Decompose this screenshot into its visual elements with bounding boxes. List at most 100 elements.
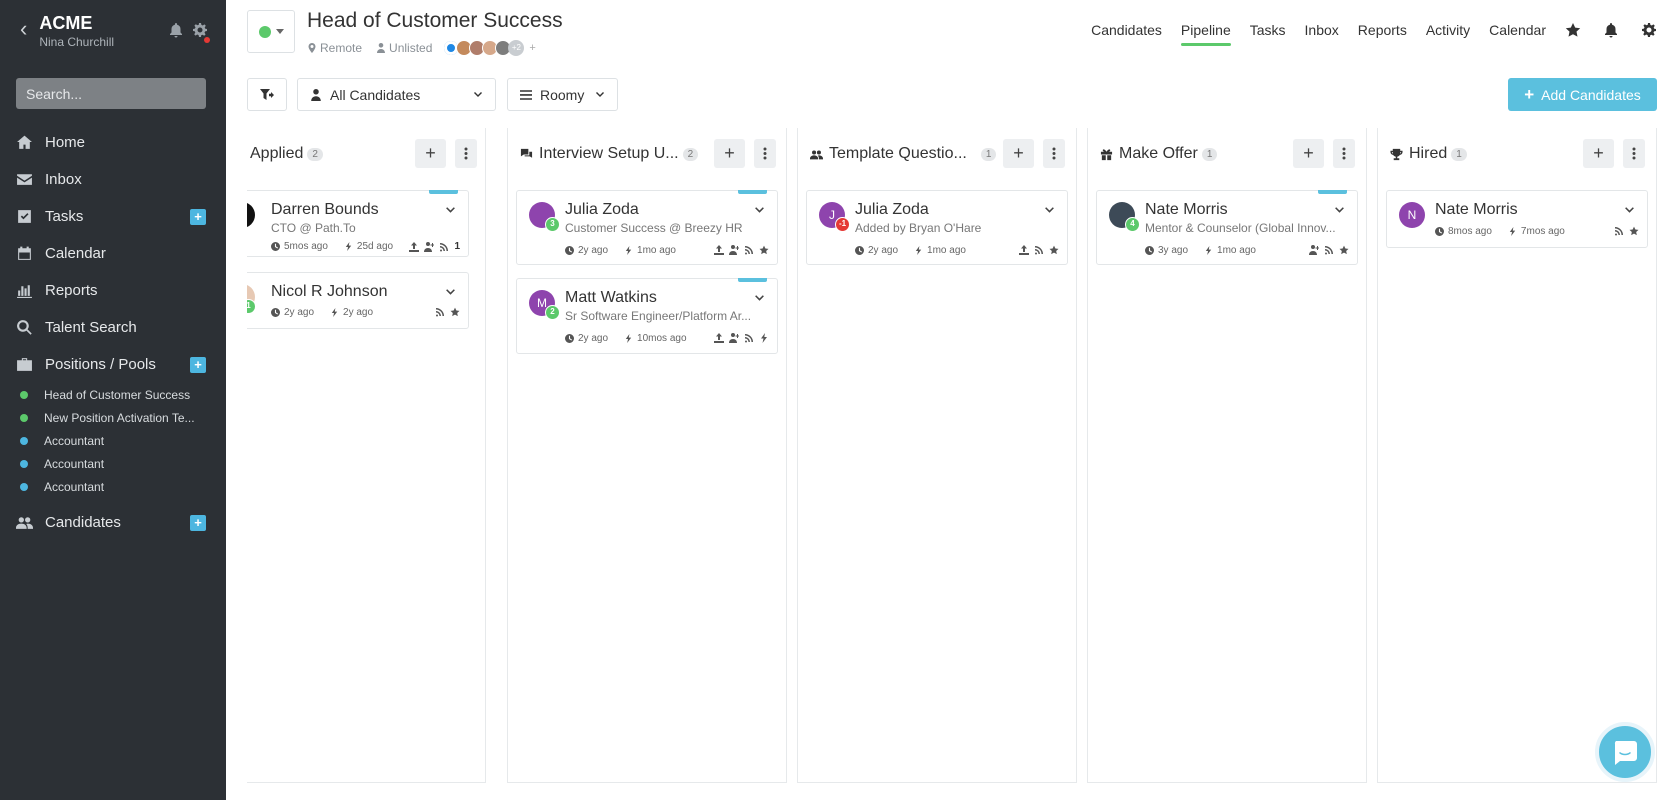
candidate-card[interactable]: M 2 Matt Watkins Sr Software Engineer/Pl… [516, 278, 778, 354]
add-to-stage-button[interactable]: + [1003, 139, 1034, 168]
add-candidate-button[interactable]: + [190, 515, 206, 531]
sidebar-item-candidates[interactable]: Candidates + [0, 504, 226, 541]
filter-toggle-button[interactable] [247, 78, 287, 111]
position-status-dropdown[interactable] [247, 10, 295, 53]
tab-inbox[interactable]: Inbox [1305, 22, 1339, 46]
page-title: Head of Customer Success [307, 9, 563, 32]
view-density-select[interactable]: Roomy [507, 78, 618, 111]
sidebar-item-tasks[interactable]: Tasks + [0, 198, 226, 235]
stage-menu-button[interactable] [1623, 139, 1645, 168]
chevron-down-icon[interactable] [754, 205, 765, 216]
add-task-button[interactable]: + [190, 209, 206, 225]
status-dot [20, 436, 28, 445]
candidate-name[interactable]: Nate Morris [1145, 201, 1228, 219]
candidate-card[interactable]: 3 Julia Zoda Customer Success @ Breezy H… [516, 190, 778, 265]
stage-menu-button[interactable] [1333, 139, 1355, 168]
user-plus-icon [729, 245, 739, 255]
candidate-name[interactable]: Julia Zoda [565, 201, 639, 219]
ellipsis-vertical-icon [464, 147, 468, 160]
bolt-icon [1509, 227, 1516, 236]
candidate-name[interactable]: Nicol R Johnson [271, 283, 388, 301]
tab-pipeline[interactable]: Pipeline [1180, 22, 1231, 46]
score-badge: 4 [1125, 217, 1140, 232]
sidebar-item-talent-search[interactable]: Talent Search [0, 309, 226, 346]
candidate-card[interactable]: 1 Nicol R Johnson 2y ago 2y ago [247, 272, 469, 329]
chevron-down-icon[interactable] [1624, 205, 1635, 216]
add-to-stage-button[interactable]: + [415, 139, 446, 168]
add-to-stage-button[interactable]: + [714, 139, 745, 168]
position-item[interactable]: Head of Customer Success [20, 383, 226, 406]
chevron-down-icon[interactable] [754, 293, 765, 304]
tab-calendar[interactable]: Calendar [1489, 22, 1546, 46]
pipeline-column: Interview Setup U... 2 + 3 Julia Zoda Cu… [507, 128, 787, 783]
tab-tasks[interactable]: Tasks [1250, 22, 1286, 46]
status-dot [20, 390, 28, 399]
chevron-down-icon[interactable] [445, 287, 456, 298]
position-item[interactable]: Accountant [20, 475, 226, 498]
filter-icon [260, 88, 274, 100]
sidebar-item-positions[interactable]: Positions / Pools + [0, 346, 226, 383]
position-item[interactable]: Accountant [20, 429, 226, 452]
candidate-card[interactable]: J -1 Julia Zoda Added by Bryan O'Hare 2y… [806, 190, 1068, 265]
back-chevron-icon[interactable]: ‹ [20, 12, 27, 46]
tab-candidates[interactable]: Candidates [1091, 22, 1162, 46]
candidate-name[interactable]: Matt Watkins [565, 289, 657, 307]
add-to-stage-button[interactable]: + [1583, 139, 1614, 168]
candidate-card[interactable]: N Nate Morris 8mos ago 7mos ago [1386, 190, 1648, 248]
card-marker [429, 190, 458, 194]
sidebar-item-home[interactable]: Home [0, 124, 226, 161]
position-label: New Position Activation Te... [44, 410, 195, 425]
rss-icon [440, 242, 449, 251]
sidebar-item-label: Inbox [45, 171, 82, 188]
stage-menu-button[interactable] [1043, 139, 1065, 168]
sidebar-item-reports[interactable]: Reports [0, 272, 226, 309]
candidate-card[interactable]: 4 Nate Morris Mentor & Counselor (Global… [1096, 190, 1358, 265]
clock-icon [1435, 227, 1444, 236]
tab-reports[interactable]: Reports [1358, 22, 1407, 46]
sidebar-item-calendar[interactable]: Calendar [0, 235, 226, 272]
gear-icon[interactable] [192, 22, 210, 43]
upload-icon [409, 241, 420, 252]
bell-icon[interactable] [168, 22, 184, 43]
added-time: 2y ago [578, 245, 609, 256]
sidebar-nav: Home Inbox Tasks + Calendar Reports Tale… [0, 124, 226, 541]
chat-launcher-button[interactable] [1595, 722, 1655, 782]
position-item[interactable]: New Position Activation Te... [20, 406, 226, 429]
candidate-name[interactable]: Nate Morris [1435, 201, 1518, 219]
score-badge: 1 [247, 299, 256, 314]
add-position-button[interactable]: + [190, 357, 206, 373]
rss-icon [1325, 246, 1333, 255]
add-candidates-button[interactable]: + Add Candidates [1508, 78, 1657, 111]
user-plus-icon [729, 333, 739, 343]
star-icon[interactable] [1565, 22, 1581, 38]
search-input[interactable] [16, 78, 206, 109]
score-badge: -1 [835, 217, 850, 232]
team-avatars[interactable]: +2 + [443, 40, 536, 56]
add-to-stage-button[interactable]: + [1293, 139, 1324, 168]
add-member-button[interactable]: + [529, 42, 535, 54]
column-header: Applied 2 + [247, 128, 485, 180]
column-header: Make Offer 1 + [1088, 128, 1366, 180]
candidate-filter-select[interactable]: All Candidates [297, 78, 496, 111]
avatar [247, 202, 255, 228]
bell-icon[interactable] [1603, 22, 1619, 38]
star-icon [1629, 226, 1639, 236]
candidate-name[interactable]: Darren Bounds [271, 201, 379, 219]
position-item[interactable]: Accountant [20, 452, 226, 475]
stage-menu-button[interactable] [455, 139, 477, 168]
sidebar-item-inbox[interactable]: Inbox [0, 161, 226, 198]
chevron-down-icon[interactable] [445, 205, 456, 216]
gear-icon[interactable] [1641, 22, 1657, 38]
briefcase-icon [17, 358, 32, 371]
chevron-down-icon[interactable] [1334, 205, 1345, 216]
added-time: 8mos ago [1448, 226, 1492, 237]
candidate-name[interactable]: Julia Zoda [855, 201, 929, 219]
candidate-card[interactable]: Darren Bounds CTO @ Path.To 5mos ago 25d… [247, 190, 469, 257]
bolt-icon [345, 242, 352, 251]
tab-activity[interactable]: Activity [1426, 22, 1470, 46]
brand: ‹ ACME Nina Churchill [20, 12, 114, 52]
users-icon [16, 517, 33, 529]
stage-menu-button[interactable] [754, 139, 776, 168]
chevron-down-icon[interactable] [1044, 205, 1055, 216]
positions-list: Head of Customer Success New Position Ac… [0, 383, 226, 498]
